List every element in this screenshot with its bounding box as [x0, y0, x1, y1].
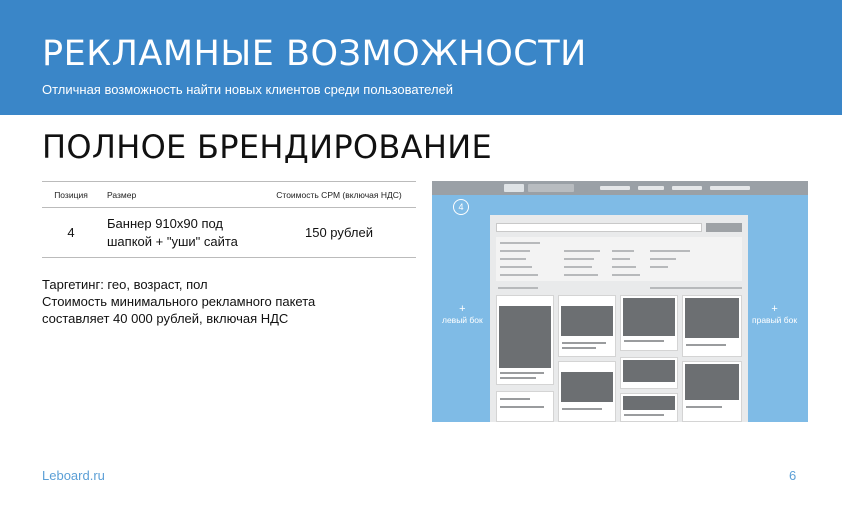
- site-categories: [496, 237, 742, 281]
- notes-line3: составляет 40 000 рублей, включая НДС: [42, 311, 289, 326]
- site-search-button: [706, 223, 742, 232]
- listing-card: [496, 391, 554, 422]
- header-band: РЕКЛАМНЫЕ ВОЗМОЖНОСТИ Отличная возможнос…: [0, 0, 842, 115]
- notes-line2: Стоимость минимального рекламного пакета: [42, 294, 316, 309]
- listing-card: [558, 361, 616, 422]
- footer-link[interactable]: Leboard.ru: [42, 468, 105, 483]
- targeting-notes: Таргетинг: гео, возраст, пол Стоимость м…: [42, 276, 422, 327]
- listing-card: [682, 295, 742, 357]
- cell-position: 4: [42, 207, 100, 258]
- cell-size-line1: Баннер 910x90 под: [107, 215, 224, 231]
- site-topbar: [432, 181, 808, 195]
- page-title: РЕКЛАМНЫЕ ВОЗМОЖНОСТИ: [42, 34, 587, 74]
- site-search-bar: [496, 223, 702, 232]
- plus-icon: +: [771, 303, 778, 315]
- listing-card: [620, 357, 678, 389]
- plus-icon: +: [459, 303, 466, 315]
- right-side-text: правый бок: [752, 315, 798, 325]
- listing-card: [620, 295, 678, 351]
- position-badge: 4: [453, 199, 469, 215]
- pricing-table: Позиция Размер Стоимость CPM (включая НД…: [42, 181, 416, 258]
- listing-card: [620, 393, 678, 422]
- site-logo: [504, 184, 524, 192]
- section-title: ПОЛНОЕ БРЕНДИРОВАНИЕ: [42, 128, 492, 166]
- column-header-price: Стоимость CPM (включая НДС): [262, 181, 416, 208]
- cell-size-line2: шапкой + "уши" сайта: [107, 233, 238, 249]
- site-nav-item: [600, 186, 630, 190]
- site-nav-item: [710, 186, 750, 190]
- site-content: [490, 215, 748, 422]
- left-side-text: левый бок: [442, 315, 483, 325]
- listing-card: [496, 295, 554, 385]
- site-post-button: [528, 184, 574, 192]
- branding-screenshot: 4 + левый бок + правый бок: [432, 181, 808, 422]
- page-number: 6: [789, 468, 797, 483]
- column-header-size: Размер: [100, 181, 262, 208]
- table-row: 4 Баннер 910x90 под шапкой + "уши" сайта…: [42, 207, 416, 258]
- site-nav-item: [638, 186, 664, 190]
- site-nav-item: [672, 186, 702, 190]
- left-side-label: + левый бок: [442, 303, 483, 325]
- cell-price: 150 рублей: [262, 207, 416, 258]
- cell-size: Баннер 910x90 под шапкой + "уши" сайта: [100, 207, 262, 258]
- listing-card: [682, 361, 742, 422]
- listing-card: [558, 295, 616, 357]
- page-subtitle: Отличная возможность найти новых клиенто…: [42, 82, 454, 97]
- column-header-position: Позиция: [42, 181, 100, 208]
- right-side-label: + правый бок: [752, 303, 797, 325]
- notes-line1: Таргетинг: гео, возраст, пол: [42, 277, 208, 292]
- table-header-row: Позиция Размер Стоимость CPM (включая НД…: [42, 181, 416, 208]
